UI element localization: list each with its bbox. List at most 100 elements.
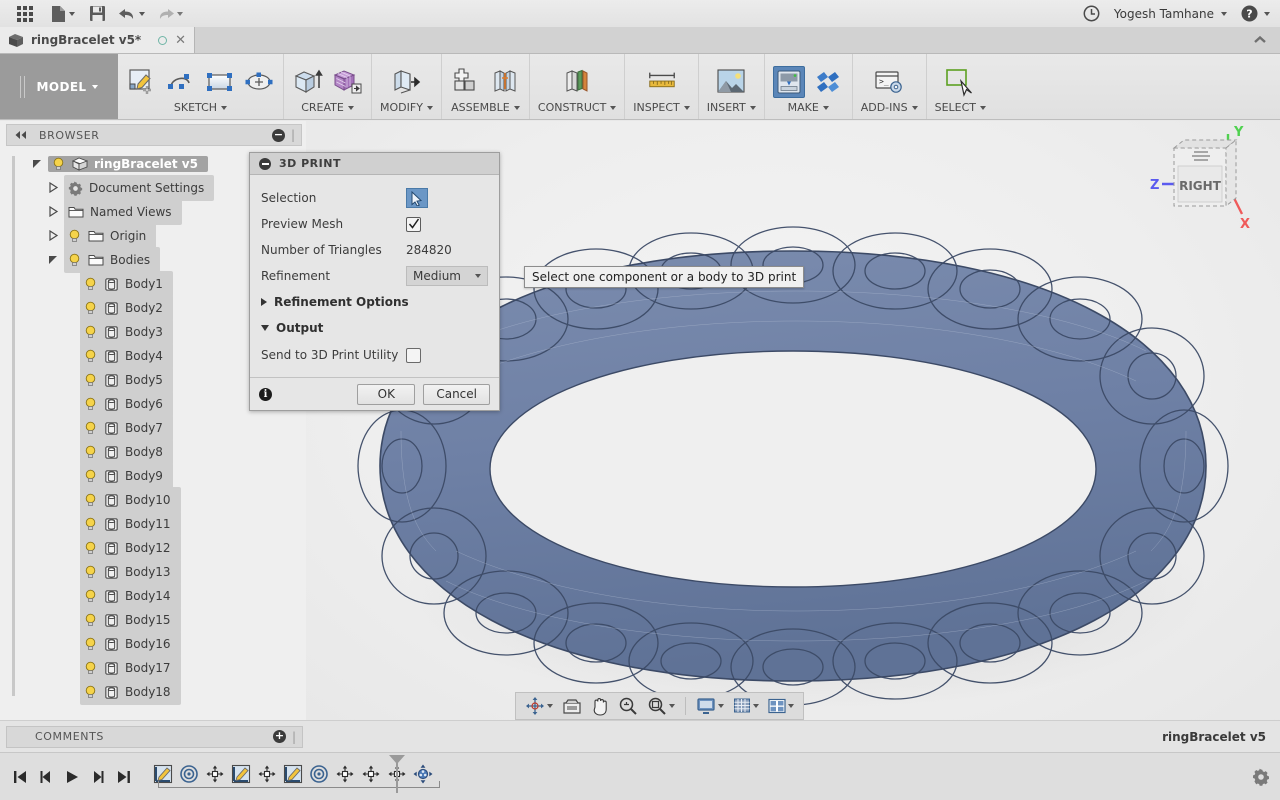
ribbon-panel-insert-label[interactable]: INSERT: [707, 101, 756, 114]
visibility-bulb-icon[interactable]: [84, 637, 98, 651]
close-icon[interactable]: ✕: [175, 34, 186, 47]
expand-collapse-icon[interactable]: [48, 254, 60, 266]
visibility-bulb-icon[interactable]: [84, 541, 98, 555]
ribbon-panel-make-label[interactable]: MAKE: [788, 101, 829, 114]
visibility-bulb-icon[interactable]: [84, 301, 98, 315]
viewports-icon[interactable]: [765, 695, 797, 717]
visibility-bulb-icon[interactable]: [68, 253, 82, 267]
create-sketch-icon[interactable]: [126, 66, 158, 98]
pan-icon[interactable]: [588, 695, 612, 717]
visibility-bulb-icon[interactable]: [84, 325, 98, 339]
info-icon[interactable]: i: [259, 387, 272, 401]
display-settings-icon[interactable]: [693, 695, 727, 717]
line-icon[interactable]: [165, 66, 197, 98]
chevron-down-icon[interactable]: [718, 704, 724, 708]
collapse-left-icon[interactable]: [13, 130, 29, 140]
visibility-bulb-icon[interactable]: [84, 493, 98, 507]
cancel-button[interactable]: Cancel: [423, 383, 490, 405]
pattern-icon[interactable]: [331, 66, 363, 98]
joint-icon[interactable]: [489, 66, 521, 98]
fit-icon[interactable]: [644, 695, 678, 717]
zoom-icon[interactable]: [615, 695, 641, 717]
refinement-select[interactable]: Medium: [406, 266, 488, 286]
visibility-bulb-icon[interactable]: [84, 565, 98, 579]
measure-icon[interactable]: [646, 66, 678, 98]
undo-icon[interactable]: [112, 1, 150, 27]
visibility-bulb-icon[interactable]: [84, 613, 98, 627]
ribbon-panel-create-label[interactable]: CREATE: [301, 101, 354, 114]
tree-node-body17[interactable]: Body17: [10, 655, 306, 681]
chevron-down-icon[interactable]: [669, 704, 675, 708]
chevron-down-icon[interactable]: [753, 704, 759, 708]
visibility-bulb-icon[interactable]: [84, 517, 98, 531]
expand-collapse-icon[interactable]: [48, 230, 60, 242]
chevron-down-icon[interactable]: [547, 704, 553, 708]
ribbon-panel-inspect-label[interactable]: INSPECT: [633, 101, 690, 114]
output-group[interactable]: Output: [250, 315, 499, 341]
tree-node-body18[interactable]: Body18: [10, 679, 306, 705]
tree-node-body9[interactable]: Body9: [10, 463, 306, 489]
preview-mesh-checkbox[interactable]: [406, 216, 421, 232]
select-icon[interactable]: [944, 66, 976, 98]
panel-grip[interactable]: |: [291, 128, 295, 142]
clock-icon[interactable]: [1083, 5, 1100, 22]
gear-icon[interactable]: [1252, 768, 1270, 786]
minimize-icon[interactable]: −: [271, 128, 285, 142]
tree-node-body12[interactable]: Body12: [10, 535, 306, 561]
new-file-icon[interactable]: [44, 1, 82, 27]
tree-node-body10[interactable]: Body10: [10, 487, 306, 513]
ribbon-panel-sketch-label[interactable]: SKETCH: [174, 101, 228, 114]
ribbon-panel-construct-label[interactable]: CONSTRUCT: [538, 101, 617, 114]
ribbon-panel-assemble-label[interactable]: ASSEMBLE: [451, 101, 520, 114]
help-menu[interactable]: ?: [1241, 5, 1270, 22]
ribbon-panel-select-label[interactable]: SELECT: [935, 101, 987, 114]
tree-node-body8[interactable]: Body8: [10, 439, 306, 465]
visibility-bulb-icon[interactable]: [68, 229, 82, 243]
jump-end-icon[interactable]: [116, 769, 132, 785]
visibility-bulb-icon[interactable]: [84, 373, 98, 387]
ribbon-panel-addins-label[interactable]: ADD-INS: [861, 101, 918, 114]
expand-collapse-icon[interactable]: [48, 182, 60, 194]
press-pull-icon[interactable]: [390, 66, 422, 98]
insert-decal-icon[interactable]: [715, 66, 747, 98]
fusion-connect-icon[interactable]: [812, 66, 844, 98]
chevron-down-icon[interactable]: [138, 11, 145, 16]
chevron-down-icon[interactable]: [788, 704, 794, 708]
scripts-addins-icon[interactable]: >_: [873, 66, 905, 98]
workspace-selector[interactable]: MODEL: [0, 54, 118, 119]
grid-snaps-icon[interactable]: [730, 695, 762, 717]
document-tab[interactable]: ringBracelet v5* ✕: [0, 27, 195, 53]
tree-node-body11[interactable]: Body11: [10, 511, 306, 537]
grid-apps-icon[interactable]: [6, 1, 44, 27]
visibility-bulb-icon[interactable]: [84, 469, 98, 483]
visibility-bulb-icon[interactable]: [84, 349, 98, 363]
new-component-icon[interactable]: [450, 66, 482, 98]
jump-start-icon[interactable]: [12, 769, 28, 785]
expand-collapse-icon[interactable]: [32, 158, 44, 170]
play-icon[interactable]: [64, 769, 80, 785]
save-icon[interactable]: [82, 1, 112, 27]
visibility-bulb-icon[interactable]: [84, 685, 98, 699]
visibility-bulb-icon[interactable]: [52, 157, 66, 171]
ok-button[interactable]: OK: [357, 383, 416, 405]
timeline-marker[interactable]: [388, 754, 405, 793]
orbit-icon[interactable]: [522, 695, 556, 717]
expand-collapse-icon[interactable]: [48, 206, 60, 218]
view-cube[interactable]: Y X Z RIGHT: [1148, 121, 1268, 236]
visibility-bulb-icon[interactable]: [84, 421, 98, 435]
3d-print-icon[interactable]: [772, 66, 805, 98]
refinement-options-group[interactable]: Refinement Options: [250, 289, 499, 315]
user-menu[interactable]: Yogesh Tamhane: [1114, 7, 1227, 21]
visibility-bulb-icon[interactable]: [84, 397, 98, 411]
panel-grip[interactable]: |: [292, 730, 296, 744]
rectangle-icon[interactable]: [204, 66, 236, 98]
tree-node-body15[interactable]: Body15: [10, 607, 306, 633]
comments-panel[interactable]: COMMENTS + |: [6, 725, 303, 748]
collapse-ribbon-button[interactable]: [1240, 27, 1280, 53]
visibility-bulb-icon[interactable]: [84, 445, 98, 459]
look-at-icon[interactable]: [559, 695, 585, 717]
selection-input[interactable]: [406, 188, 428, 208]
chevron-down-icon[interactable]: [69, 11, 75, 16]
visibility-bulb-icon[interactable]: [84, 589, 98, 603]
visibility-bulb-icon[interactable]: [84, 661, 98, 675]
